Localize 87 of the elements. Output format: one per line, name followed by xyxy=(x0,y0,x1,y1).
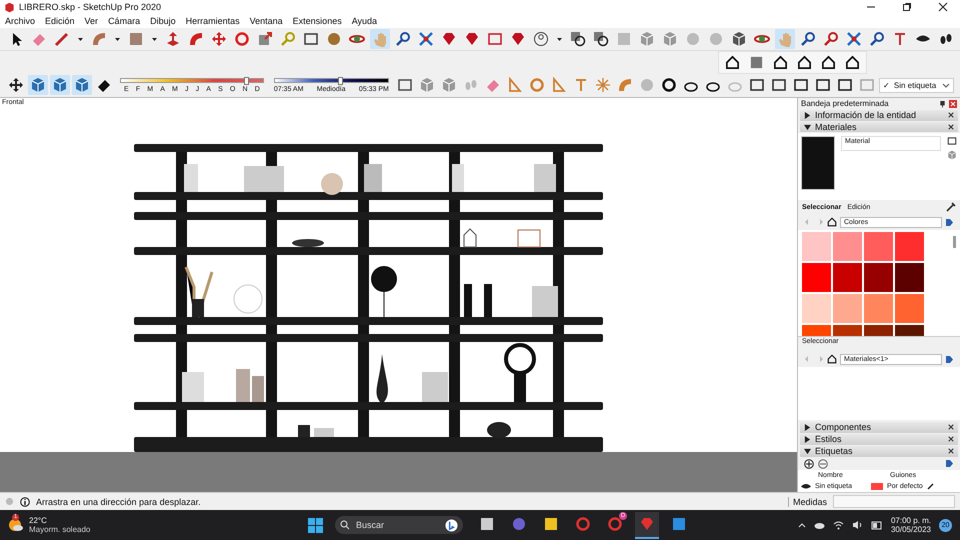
ring-icon[interactable] xyxy=(528,77,545,93)
color-swatch[interactable] xyxy=(802,232,831,262)
color-swatch[interactable] xyxy=(802,263,831,292)
pencil-icon[interactable] xyxy=(926,483,934,490)
color-swatch[interactable] xyxy=(833,294,862,324)
cube-icon[interactable] xyxy=(418,77,435,93)
restore-icon[interactable] xyxy=(902,2,912,12)
sun-icon[interactable] xyxy=(594,77,611,93)
house-icon[interactable] xyxy=(821,54,836,70)
weather-condition: Mayorm. soleado xyxy=(29,525,90,534)
date-slider-track[interactable] xyxy=(120,78,264,82)
house-icon[interactable] xyxy=(827,217,837,228)
temperature: 22°C xyxy=(29,516,48,525)
remove-icon[interactable] xyxy=(818,458,828,469)
chevron-down-icon xyxy=(942,81,950,89)
details-icon[interactable] xyxy=(945,354,954,364)
wifi-icon[interactable] xyxy=(832,520,844,530)
panel-header[interactable]: Materiales xyxy=(800,122,958,132)
window-title: LIBRERO.skp - SketchUp Pro 2020 xyxy=(19,2,162,12)
weather-sun-cloud-icon[interactable] xyxy=(8,517,24,533)
volume-icon[interactable] xyxy=(852,520,863,530)
search-field[interactable]: Buscar xyxy=(335,516,463,534)
cube-icon[interactable] xyxy=(947,150,957,160)
color-swatch[interactable] xyxy=(895,294,924,324)
menu-item[interactable]: Ver xyxy=(84,16,98,26)
measurements-field[interactable] xyxy=(833,495,955,508)
window-icon[interactable] xyxy=(792,77,809,93)
color-swatch[interactable] xyxy=(802,294,831,324)
close-icon[interactable] xyxy=(948,124,954,130)
house-icon[interactable] xyxy=(827,354,837,364)
cube-icon[interactable] xyxy=(440,77,457,93)
house-icon[interactable] xyxy=(797,54,812,70)
panel-header[interactable]: Información de la entidad xyxy=(800,110,958,121)
menu-item[interactable]: Cámara xyxy=(108,16,140,26)
close-icon[interactable] xyxy=(948,424,954,430)
menu-item[interactable]: Dibujo xyxy=(150,16,176,26)
window-icon[interactable] xyxy=(814,77,831,93)
close-icon[interactable] xyxy=(948,112,954,118)
house-icon[interactable] xyxy=(725,54,740,70)
house-icon[interactable] xyxy=(773,54,788,70)
chevron-up-icon[interactable] xyxy=(798,521,806,529)
color-swatch[interactable] xyxy=(895,263,924,292)
measurements-label: Medidas xyxy=(788,496,827,506)
bing-icon[interactable] xyxy=(445,518,458,532)
taskbar-app[interactable] xyxy=(635,512,659,538)
close-icon[interactable] xyxy=(938,2,948,12)
eye-icon[interactable] xyxy=(801,483,811,490)
scrollbar-thumb[interactable] xyxy=(953,236,956,248)
material-preview xyxy=(801,136,835,190)
close-icon[interactable] xyxy=(948,436,954,442)
tag-dropdown[interactable]: ✓ Sin etiqueta xyxy=(878,78,954,92)
color-swatch[interactable] xyxy=(833,263,862,292)
window-icon[interactable] xyxy=(836,77,853,93)
triangle-icon[interactable] xyxy=(550,77,567,93)
panel-header[interactable]: Etiquetas xyxy=(800,446,958,457)
menu-item[interactable]: Ayuda xyxy=(352,16,378,26)
menu-item[interactable]: Herramientas xyxy=(186,16,240,26)
eyedropper-icon[interactable] xyxy=(946,202,956,212)
clock-time[interactable]: 07:00 p. m. xyxy=(890,516,931,525)
color-swatch[interactable] xyxy=(833,232,862,262)
menu-item[interactable]: Edición xyxy=(45,16,75,26)
battery-icon[interactable] xyxy=(870,520,883,530)
house-icon[interactable] xyxy=(845,54,860,70)
color-swatch[interactable] xyxy=(895,232,924,262)
menu-item[interactable]: Extensiones xyxy=(292,16,342,26)
search-icon xyxy=(340,520,350,530)
windows-start-icon[interactable] xyxy=(308,518,323,532)
slider-thumb[interactable] xyxy=(338,76,344,84)
menu-item[interactable]: Ventana xyxy=(250,16,283,26)
color-swatch[interactable] xyxy=(864,232,893,262)
slider-thumb[interactable] xyxy=(244,76,249,84)
add-icon[interactable] xyxy=(804,458,814,469)
status-message: Arrastra en una dirección para desplazar. xyxy=(36,496,202,506)
menu-item[interactable]: Archivo xyxy=(5,16,36,26)
tag-color[interactable] xyxy=(871,483,883,490)
panel-header[interactable]: Estilos xyxy=(800,434,958,445)
panel-header[interactable]: Componentes xyxy=(800,422,958,433)
tray-title: Bandeja predeterminada xyxy=(801,99,889,108)
pin-icon[interactable] xyxy=(939,100,946,108)
clock-date[interactable]: 30/05/2023 xyxy=(890,525,931,534)
close-icon[interactable] xyxy=(948,448,954,454)
time-slider-track[interactable] xyxy=(274,78,389,82)
info-icon[interactable] xyxy=(20,496,30,506)
color-swatch[interactable] xyxy=(864,263,893,292)
details-icon[interactable] xyxy=(945,459,954,468)
details-icon[interactable] xyxy=(945,218,954,227)
color-swatch[interactable] xyxy=(864,294,893,324)
